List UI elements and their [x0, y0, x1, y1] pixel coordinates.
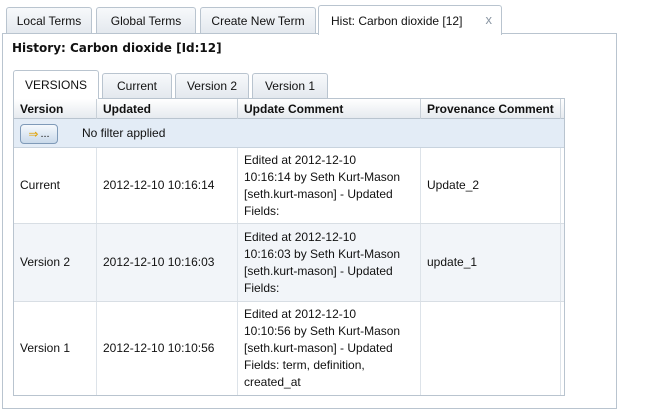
close-icon[interactable]: x: [486, 12, 493, 27]
tab-label: Hist: Carbon dioxide [12]: [331, 13, 463, 28]
comment-line: Edited at 2012-12-10: [244, 152, 357, 167]
update-comment-cell: Edited at 2012-12-10 10:16:14 by Seth Ku…: [238, 148, 421, 223]
filter-status: No filter applied: [82, 126, 166, 140]
comment-line: [seth.kurt-mason] - Updated: [244, 341, 393, 355]
tab-global-terms[interactable]: Global Terms: [96, 7, 196, 34]
comment-line: Edited at 2012-12-10: [244, 229, 357, 244]
comment-line: 10:16:14 by Seth Kurt-Mason: [244, 169, 401, 184]
column-header-update-comment[interactable]: Update Comment: [238, 99, 421, 119]
updated-cell: 2012-12-10 10:16:14: [97, 148, 238, 223]
updated-cell: 2012-12-10 10:16:03: [97, 224, 238, 301]
tab-local-terms[interactable]: Local Terms: [6, 7, 92, 34]
version-cell: Current: [14, 148, 97, 223]
tab-version-1[interactable]: Version 1: [252, 73, 328, 98]
comment-line: created_at: [244, 375, 301, 389]
column-header-version[interactable]: Version: [14, 99, 97, 119]
comment-line: [seth.kurt-mason] - Updated: [244, 263, 393, 278]
tab-label: VERSIONS: [24, 78, 87, 92]
comment-line: [seth.kurt-mason] - Updated: [244, 186, 393, 201]
comment-line: Fields:: [244, 280, 280, 295]
tab-label: Current: [116, 79, 157, 93]
tab-version-2[interactable]: Version 2: [175, 73, 249, 98]
column-header-provenance-comment[interactable]: Provenance Comment: [421, 99, 561, 119]
comment-line: Fields: term, definition,: [244, 358, 365, 372]
updated-cell: 2012-12-10 10:10:56: [97, 302, 238, 395]
version-cell: Version 2: [14, 224, 97, 301]
version-cell: Version 1: [14, 302, 97, 395]
tab-label: Version 1: [264, 79, 316, 93]
provenance-cell: Update_2: [421, 148, 561, 223]
provenance-cell: [421, 302, 561, 395]
tab-history-carbon-dioxide[interactable]: Hist: Carbon dioxide [12] x: [318, 5, 502, 35]
versions-grid: Version Updated Update Comment Provenanc…: [13, 98, 565, 396]
tab-label: Create New Term: [211, 14, 305, 28]
table-row[interactable]: Current 2012-12-10 10:16:14 Edited at 20…: [14, 148, 564, 224]
update-comment-cell: Edited at 2012-12-10 10:16:03 by Seth Ku…: [238, 224, 421, 301]
page-title: History: Carbon dioxide [Id:12]: [12, 41, 222, 55]
tab-current[interactable]: Current: [102, 73, 172, 98]
history-panel: History: Carbon dioxide [Id:12] VERSIONS…: [2, 33, 617, 409]
tab-label: Global Terms: [110, 14, 182, 28]
filter-bar: ⇒ ... No filter applied: [14, 119, 564, 148]
grid-header: Version Updated Update Comment Provenanc…: [14, 99, 564, 119]
tab-label: Version 2: [186, 79, 238, 93]
table-row[interactable]: Version 1 2012-12-10 10:10:56 Edited at …: [14, 302, 564, 395]
comment-line: 10:16:03 by Seth Kurt-Mason: [244, 246, 401, 261]
top-tab-bar: Local Terms Global Terms Create New Term…: [0, 0, 647, 35]
tab-create-new-term[interactable]: Create New Term: [200, 7, 316, 34]
tab-versions[interactable]: VERSIONS: [13, 70, 99, 99]
tab-label: Local Terms: [16, 14, 82, 28]
update-comment-cell: Edited at 2012-12-10 10:10:56 by Seth Ku…: [238, 302, 421, 395]
filter-button-label: ...: [40, 128, 50, 140]
provenance-cell: update_1: [421, 224, 561, 301]
filter-arrow-icon: ⇒: [28, 127, 39, 141]
comment-line: Fields:: [244, 203, 280, 218]
column-header-updated[interactable]: Updated: [97, 99, 238, 119]
filter-button[interactable]: ⇒ ...: [20, 124, 58, 144]
comment-line: 10:10:56 by Seth Kurt-Mason: [244, 324, 401, 338]
comment-line: Edited at 2012-12-10: [244, 307, 357, 321]
table-row[interactable]: Version 2 2012-12-10 10:16:03 Edited at …: [14, 224, 564, 302]
